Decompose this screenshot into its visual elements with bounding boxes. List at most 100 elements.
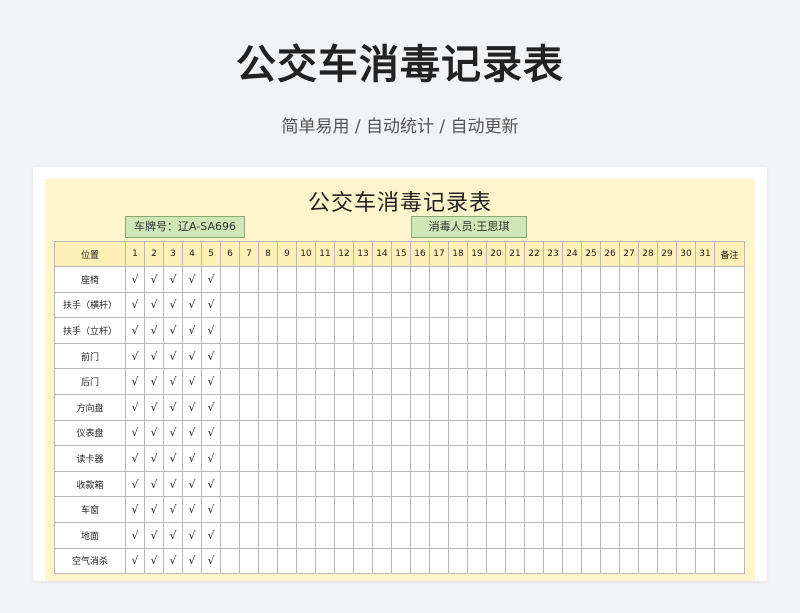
day-cell[interactable]	[600, 266, 620, 293]
day-cell[interactable]: √	[144, 547, 164, 575]
day-cell[interactable]: √	[163, 266, 183, 293]
header-day[interactable]: 24	[562, 241, 582, 267]
day-cell[interactable]	[277, 317, 297, 344]
day-cell[interactable]	[410, 419, 430, 447]
day-cell[interactable]: √	[182, 521, 202, 549]
day-cell[interactable]	[695, 266, 715, 293]
day-cell[interactable]	[619, 496, 639, 523]
day-cell[interactable]: √	[163, 368, 183, 395]
day-cell[interactable]	[524, 445, 544, 472]
day-cell[interactable]: √	[163, 342, 183, 370]
day-cell[interactable]	[695, 547, 715, 575]
day-cell[interactable]	[467, 291, 487, 319]
row-position-cell[interactable]: 后门	[54, 368, 126, 395]
day-cell[interactable]	[676, 291, 696, 319]
day-cell[interactable]	[562, 291, 582, 319]
day-cell[interactable]	[334, 445, 354, 472]
day-cell[interactable]	[410, 291, 430, 319]
day-cell[interactable]	[429, 342, 449, 370]
day-cell[interactable]	[600, 470, 620, 498]
day-cell[interactable]	[505, 342, 525, 370]
day-cell[interactable]	[543, 470, 563, 498]
note-cell[interactable]	[714, 368, 745, 395]
note-cell[interactable]	[714, 521, 745, 549]
day-cell[interactable]: √	[144, 291, 164, 319]
day-cell[interactable]	[524, 393, 544, 421]
day-cell[interactable]: √	[125, 291, 145, 319]
day-cell[interactable]	[296, 368, 316, 395]
header-day[interactable]: 7	[239, 241, 259, 267]
day-cell[interactable]	[410, 470, 430, 498]
day-cell[interactable]	[619, 445, 639, 472]
day-cell[interactable]	[372, 419, 392, 447]
day-cell[interactable]	[277, 521, 297, 549]
day-cell[interactable]	[581, 547, 601, 575]
row-position-cell[interactable]: 扶手（横杆）	[54, 291, 126, 319]
day-cell[interactable]	[562, 368, 582, 395]
day-cell[interactable]	[448, 445, 468, 472]
day-cell[interactable]	[486, 342, 506, 370]
day-cell[interactable]: √	[144, 342, 164, 370]
day-cell[interactable]	[695, 342, 715, 370]
day-cell[interactable]	[391, 317, 411, 344]
day-cell[interactable]	[657, 266, 677, 293]
day-cell[interactable]: √	[144, 393, 164, 421]
day-cell[interactable]: √	[182, 419, 202, 447]
day-cell[interactable]	[467, 521, 487, 549]
day-cell[interactable]	[524, 291, 544, 319]
day-cell[interactable]: √	[125, 342, 145, 370]
day-cell[interactable]: √	[182, 445, 202, 472]
day-cell[interactable]	[486, 419, 506, 447]
day-cell[interactable]	[315, 547, 335, 575]
day-cell[interactable]	[353, 342, 373, 370]
day-cell[interactable]	[220, 496, 240, 523]
header-day[interactable]: 14	[372, 241, 392, 267]
day-cell[interactable]: √	[144, 368, 164, 395]
row-position-cell[interactable]: 扶手（立杆）	[54, 317, 126, 344]
day-cell[interactable]	[410, 368, 430, 395]
day-cell[interactable]	[581, 445, 601, 472]
day-cell[interactable]	[220, 291, 240, 319]
row-position-cell[interactable]: 座椅	[54, 266, 126, 293]
day-cell[interactable]	[562, 419, 582, 447]
day-cell[interactable]	[410, 445, 430, 472]
day-cell[interactable]: √	[182, 368, 202, 395]
day-cell[interactable]	[220, 368, 240, 395]
day-cell[interactable]	[277, 547, 297, 575]
day-cell[interactable]	[334, 521, 354, 549]
day-cell[interactable]	[258, 317, 278, 344]
day-cell[interactable]	[334, 266, 354, 293]
day-cell[interactable]	[467, 445, 487, 472]
day-cell[interactable]	[638, 368, 658, 395]
day-cell[interactable]: √	[125, 419, 145, 447]
day-cell[interactable]	[600, 368, 620, 395]
day-cell[interactable]	[448, 317, 468, 344]
day-cell[interactable]	[429, 291, 449, 319]
day-cell[interactable]	[372, 496, 392, 523]
day-cell[interactable]	[296, 445, 316, 472]
header-day[interactable]: 15	[391, 241, 411, 267]
day-cell[interactable]	[581, 496, 601, 523]
day-cell[interactable]: √	[201, 521, 221, 549]
day-cell[interactable]	[353, 496, 373, 523]
header-day[interactable]: 21	[505, 241, 525, 267]
day-cell[interactable]	[315, 445, 335, 472]
day-cell[interactable]	[543, 317, 563, 344]
day-cell[interactable]	[619, 521, 639, 549]
day-cell[interactable]	[562, 521, 582, 549]
day-cell[interactable]	[353, 470, 373, 498]
day-cell[interactable]	[296, 547, 316, 575]
note-cell[interactable]	[714, 266, 745, 293]
day-cell[interactable]	[600, 547, 620, 575]
day-cell[interactable]	[562, 342, 582, 370]
day-cell[interactable]	[638, 419, 658, 447]
day-cell[interactable]	[391, 496, 411, 523]
day-cell[interactable]	[581, 393, 601, 421]
day-cell[interactable]	[429, 547, 449, 575]
day-cell[interactable]	[562, 317, 582, 344]
day-cell[interactable]	[695, 317, 715, 344]
day-cell[interactable]: √	[125, 266, 145, 293]
day-cell[interactable]	[334, 291, 354, 319]
day-cell[interactable]: √	[201, 419, 221, 447]
day-cell[interactable]	[296, 317, 316, 344]
